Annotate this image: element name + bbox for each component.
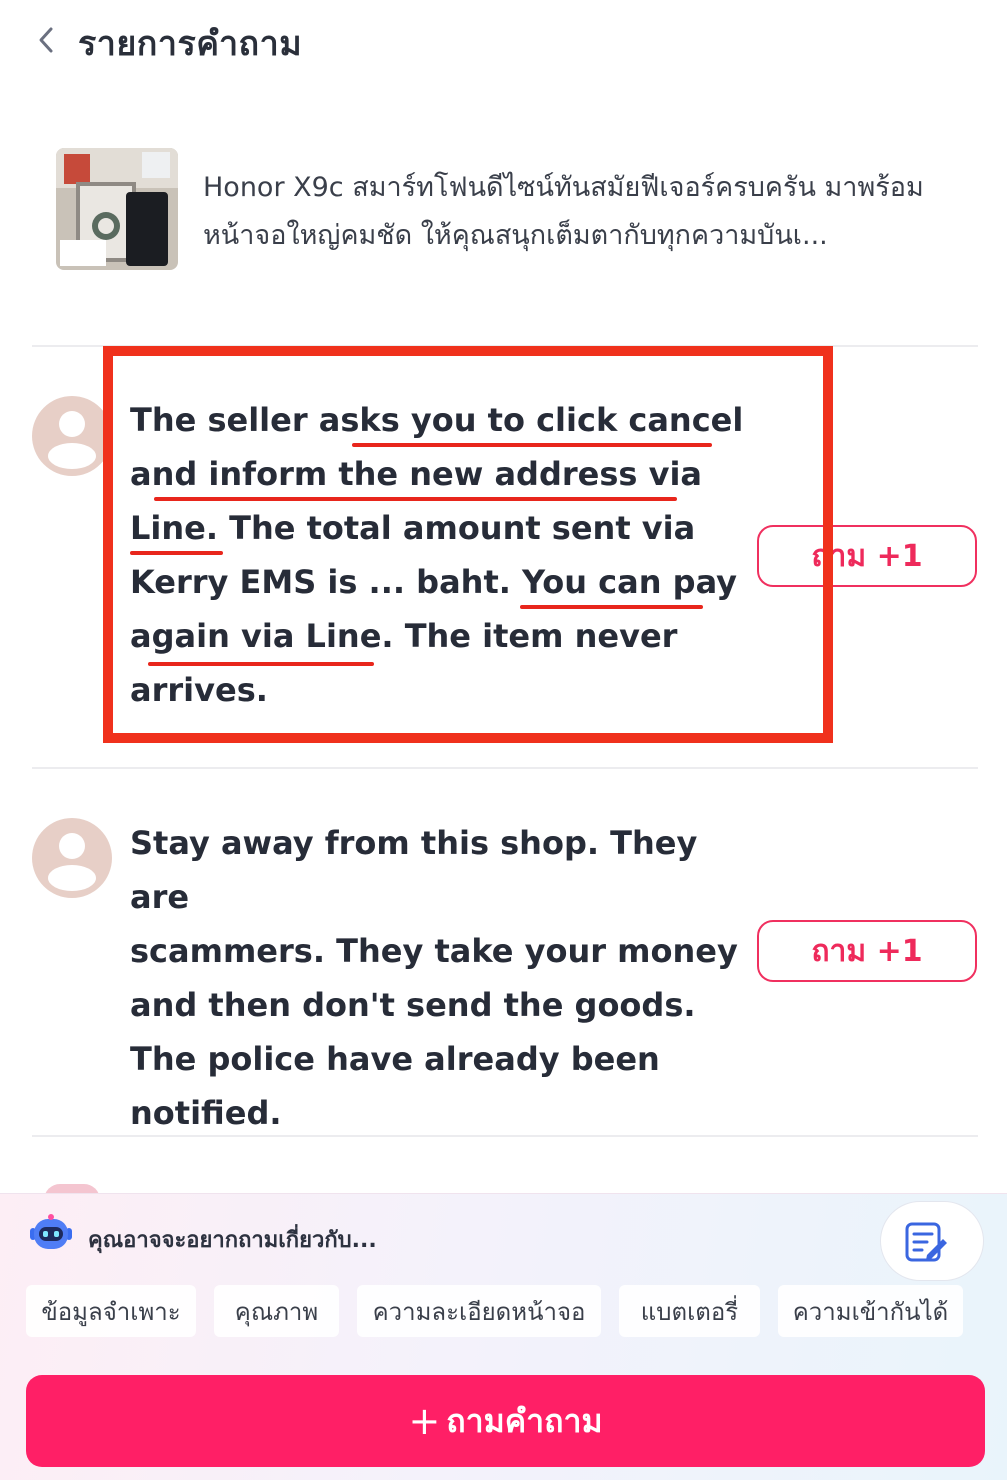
user-avatar-icon: [32, 818, 112, 898]
question-item: Stay away from this shop. They are scamm…: [0, 768, 1007, 1136]
suggestion-chips: ข้อมูลจำเพาะ คุณภาพ ความละเอียดหน้าจอ แบ…: [0, 1285, 1007, 1337]
chip-screen-resolution[interactable]: ความละเอียดหน้าจอ: [357, 1285, 601, 1337]
page-title: รายการคำถาม: [78, 24, 303, 64]
write-question-button[interactable]: [880, 1201, 984, 1281]
product-summary[interactable]: Honor X9c สมาร์ทโฟนดีไซน์ทันสมัยฟีเจอร์ค…: [0, 130, 1007, 290]
user-avatar-icon: [32, 396, 112, 476]
suggestion-title: คุณอาจจะอยากถามเกี่ยวกับ...: [88, 1228, 377, 1253]
back-button[interactable]: [30, 22, 64, 56]
question-line: The police have already been: [130, 1040, 660, 1078]
ask-question-label: ถามคำถาม: [446, 1401, 603, 1440]
question-line: Stay away from this shop. They are: [130, 824, 698, 916]
product-image[interactable]: [56, 148, 178, 270]
question-line: scammers. They take your money: [130, 932, 738, 970]
plus-icon: +: [408, 1399, 441, 1443]
robot-assistant-icon: [28, 1214, 74, 1254]
ask-question-button[interactable]: + ถามคำถาม: [26, 1375, 985, 1467]
chevron-left-icon: [39, 27, 53, 53]
avatar: [32, 396, 112, 476]
divider: [32, 1135, 978, 1137]
annotation-highlight-box: [103, 346, 833, 743]
avatar: [32, 818, 112, 898]
product-description: Honor X9c สมาร์ทโฟนดีไซน์ทันสมัยฟีเจอร์ค…: [203, 172, 924, 251]
question-list-page: รายการคำถาม Honor X9c สมาร์ทโฟนดีไซน์ทัน…: [0, 0, 1007, 1480]
question-line: and then don't send the goods.: [130, 986, 696, 1024]
ask-plus-one-button[interactable]: ถาม +1: [757, 920, 977, 982]
suggestion-panel: คุณอาจจะอยากถามเกี่ยวกับ... ข้อมูลจำเพาะ…: [0, 1193, 1007, 1480]
question-line: notified.: [130, 1094, 282, 1132]
chip-quality[interactable]: คุณภาพ: [214, 1285, 339, 1337]
chip-battery[interactable]: แบตเตอรี่: [619, 1285, 760, 1337]
chip-specifications[interactable]: ข้อมูลจำเพาะ: [26, 1285, 196, 1337]
question-text: Stay away from this shop. They are scamm…: [130, 816, 750, 1140]
chip-compatibility[interactable]: ความเข้ากันได้: [778, 1285, 963, 1337]
header: รายการคำถาม: [0, 0, 1007, 84]
edit-note-icon: [905, 1222, 947, 1262]
